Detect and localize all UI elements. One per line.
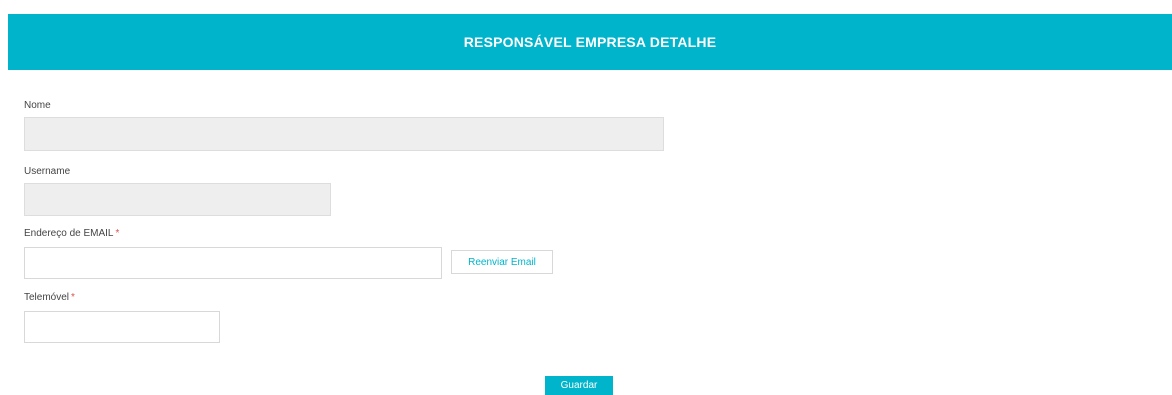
email-label: Endereço de EMAIL * bbox=[24, 228, 119, 239]
username-field[interactable] bbox=[24, 183, 331, 216]
email-required-marker: * bbox=[115, 228, 120, 239]
username-label: Username bbox=[24, 166, 71, 177]
page-title: RESPONSÁVEL EMPRESA DETALHE bbox=[463, 34, 717, 50]
telemovel-label-text: Telemóvel bbox=[24, 292, 70, 303]
save-button[interactable]: Guardar bbox=[545, 376, 613, 395]
email-field[interactable] bbox=[24, 247, 442, 279]
telemovel-field[interactable] bbox=[24, 311, 220, 343]
nome-field[interactable] bbox=[24, 117, 664, 151]
resend-email-button[interactable]: Reenviar Email bbox=[451, 250, 553, 274]
nome-label: Nome bbox=[24, 100, 51, 111]
email-label-text: Endereço de EMAIL bbox=[24, 228, 114, 239]
page-header: RESPONSÁVEL EMPRESA DETALHE bbox=[8, 14, 1172, 70]
telemovel-label: Telemóvel * bbox=[24, 292, 75, 303]
telemovel-required-marker: * bbox=[71, 292, 75, 303]
